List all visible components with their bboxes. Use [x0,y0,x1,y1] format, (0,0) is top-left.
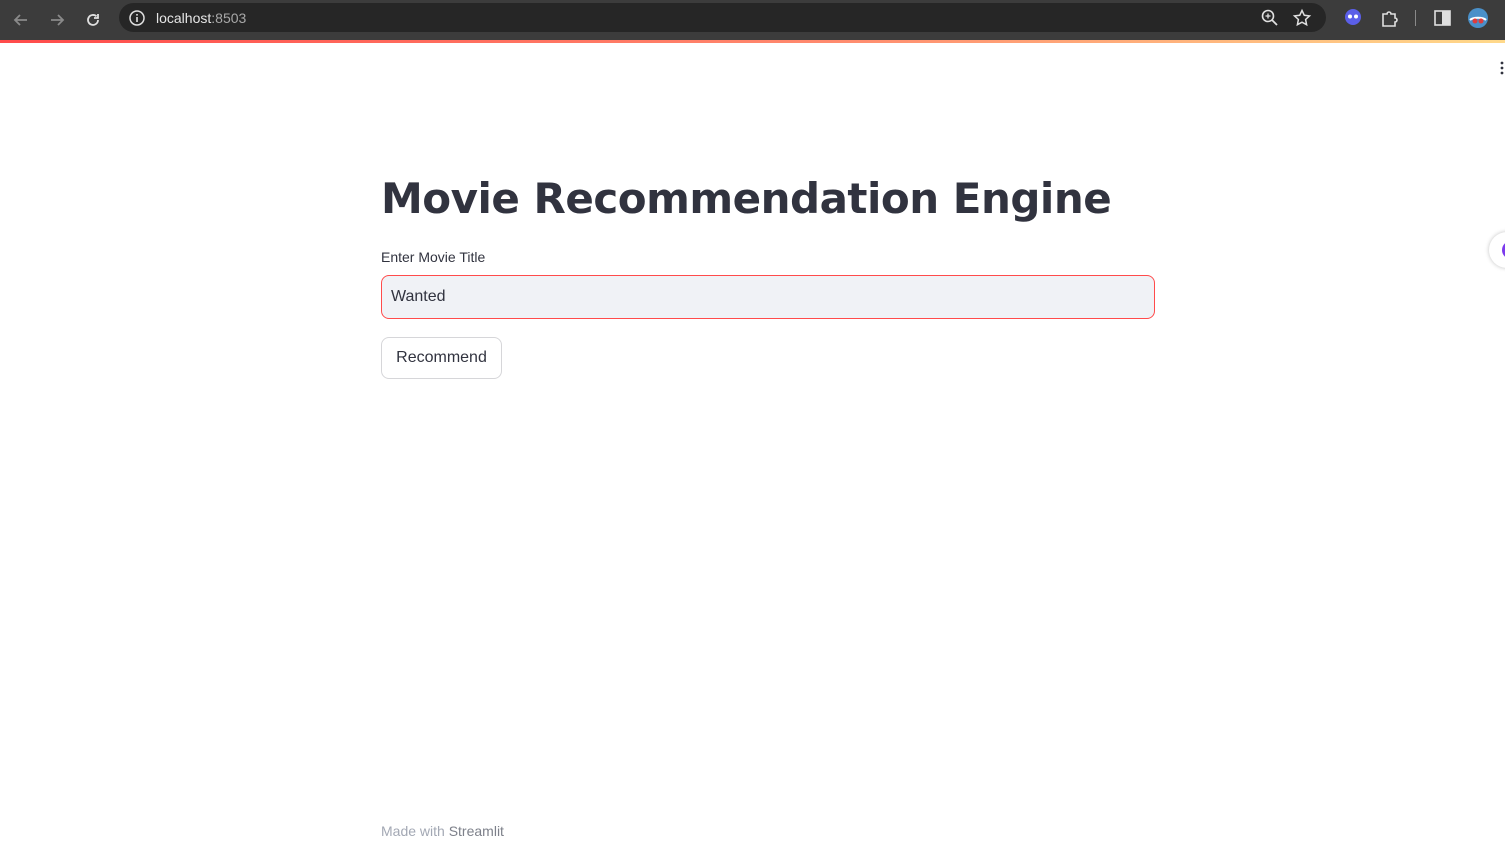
url-host: localhost [156,10,212,26]
zoom-icon[interactable] [1260,8,1280,28]
streamlit-decoration-bar [0,40,1505,43]
toolbar-separator [1415,10,1416,26]
extension-ghost-icon[interactable] [1341,7,1365,31]
site-info-icon[interactable] [128,9,146,27]
star-icon[interactable] [1292,8,1312,28]
movie-title-input[interactable] [381,275,1155,319]
back-icon[interactable] [8,7,34,33]
footer-prefix: Made with [381,823,445,839]
forward-icon[interactable] [44,7,70,33]
main-menu-icon[interactable] [1500,60,1504,76]
footer: Made with Streamlit [381,822,504,840]
movie-title-label: Enter Movie Title [381,249,486,265]
extensions-puzzle-icon[interactable] [1378,7,1402,31]
page-title: Movie Recommendation Engine [381,174,1112,223]
url-port: :8503 [211,10,247,26]
url-text[interactable]: localhost:8503 [156,9,246,27]
streamlit-link[interactable]: Streamlit [449,823,504,839]
reload-icon[interactable] [80,7,106,33]
side-panel-icon[interactable] [1431,7,1455,31]
floating-extension-button[interactable] [1489,232,1505,268]
profile-avatar[interactable] [1466,7,1490,31]
address-bar[interactable]: localhost:8503 [119,3,1326,32]
recommend-button[interactable]: Recommend [381,337,502,379]
browser-toolbar: localhost:8503 [0,0,1505,40]
